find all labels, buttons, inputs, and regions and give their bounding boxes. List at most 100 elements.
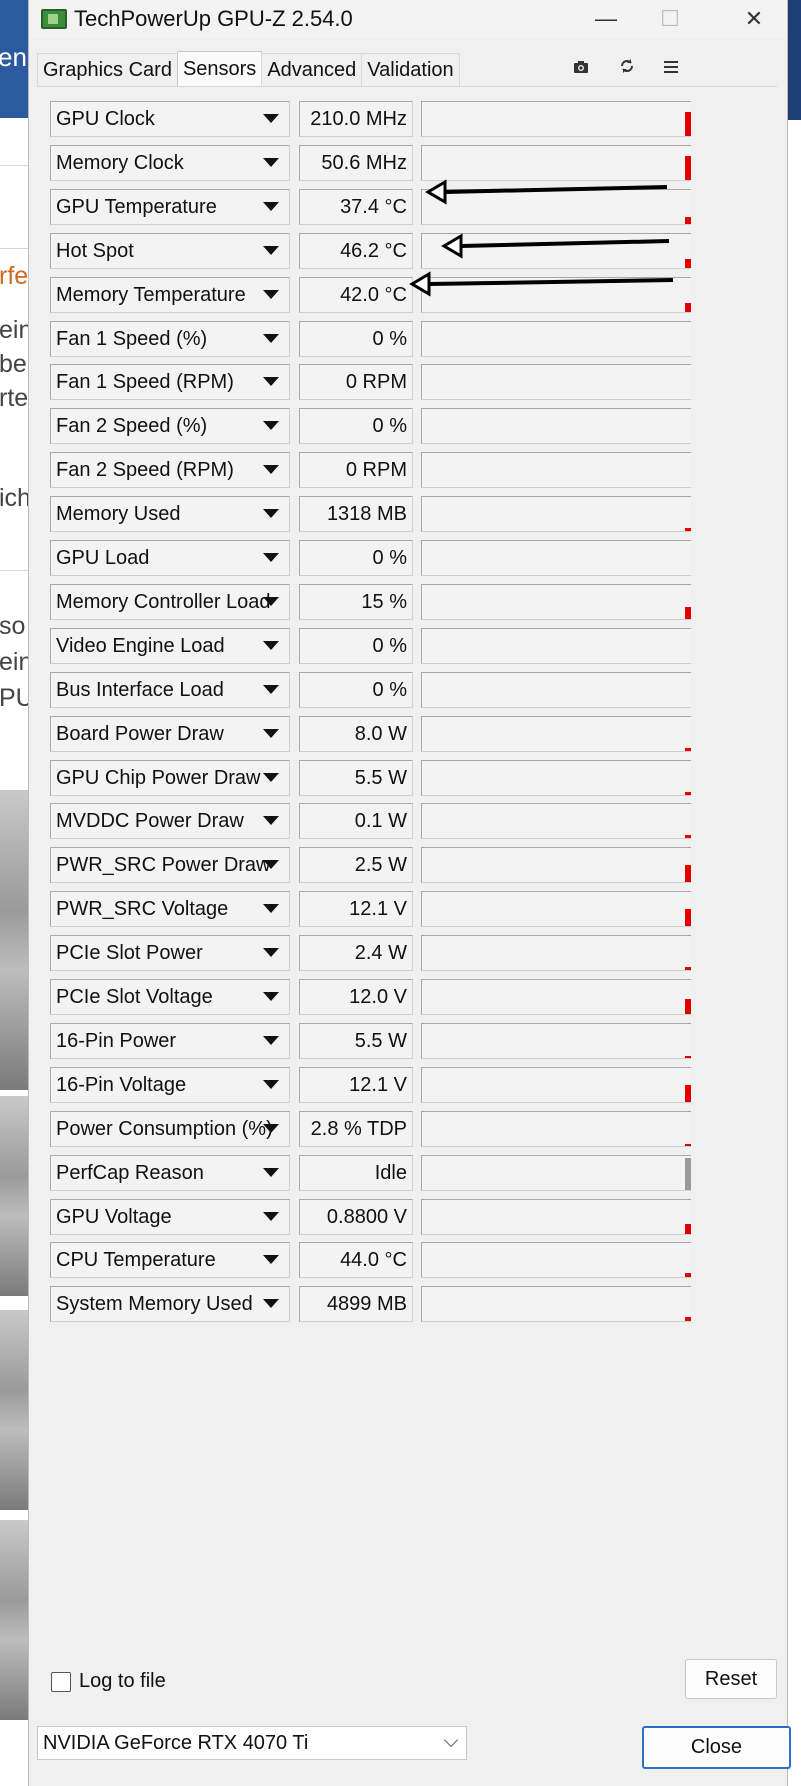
sensor-graph[interactable]	[421, 101, 691, 137]
sensor-graph[interactable]	[421, 847, 691, 883]
sensor-graph[interactable]	[421, 628, 691, 664]
close-button[interactable]: Close	[642, 1726, 791, 1769]
sensor-name-dropdown[interactable]: GPU Voltage	[50, 1199, 290, 1235]
sensor-name-dropdown[interactable]: 16-Pin Voltage	[50, 1067, 290, 1103]
dropdown-arrow-icon	[263, 948, 279, 957]
sensor-name-dropdown[interactable]: Power Consumption (%)	[50, 1111, 290, 1147]
sensor-graph[interactable]	[421, 672, 691, 708]
sensor-row: PWR_SRC Power Draw 2.5 W	[50, 847, 750, 883]
maximize-button[interactable]: ☐	[641, 0, 699, 38]
sensor-graph[interactable]	[421, 496, 691, 532]
sensor-value: 37.4 °C	[299, 189, 413, 225]
sensor-name-dropdown[interactable]: Memory Temperature	[50, 277, 290, 313]
dropdown-arrow-icon	[263, 465, 279, 474]
sensor-name-dropdown[interactable]: PCIe Slot Power	[50, 935, 290, 971]
sensor-name-dropdown[interactable]: GPU Clock	[50, 101, 290, 137]
sensor-graph[interactable]	[421, 452, 691, 488]
sensor-row: CPU Temperature 44.0 °C	[50, 1242, 750, 1278]
dropdown-arrow-icon	[263, 1036, 279, 1045]
window-close-button[interactable]: ✕	[725, 0, 783, 38]
minimize-button[interactable]: —	[577, 0, 635, 38]
tab-advanced[interactable]: Advanced	[261, 53, 363, 86]
camera-icon[interactable]	[567, 54, 595, 82]
sensor-graph[interactable]	[421, 979, 691, 1015]
sensor-graph-bar	[685, 303, 691, 312]
sensor-graph[interactable]	[421, 321, 691, 357]
sensor-name-dropdown[interactable]: MVDDC Power Draw	[50, 803, 290, 839]
sensor-name-dropdown[interactable]: Video Engine Load	[50, 628, 290, 664]
sensor-graph[interactable]	[421, 1155, 691, 1191]
sensor-name-dropdown[interactable]: CPU Temperature	[50, 1242, 290, 1278]
sensor-name-dropdown[interactable]: GPU Temperature	[50, 189, 290, 225]
sensor-name: Bus Interface Load	[56, 679, 224, 701]
gpu-select-dropdown[interactable]: NVIDIA GeForce RTX 4070 Ti	[37, 1726, 467, 1760]
log-to-file-checkbox[interactable]	[51, 1671, 71, 1692]
sensor-graph[interactable]	[421, 1067, 691, 1103]
sensor-name: Memory Controller Load	[56, 591, 271, 613]
dropdown-arrow-icon	[263, 202, 279, 211]
sensor-value: Idle	[299, 1155, 413, 1191]
dropdown-arrow-icon	[263, 1299, 279, 1308]
sensor-name-dropdown[interactable]: Board Power Draw	[50, 716, 290, 752]
sensor-graph[interactable]	[421, 1023, 691, 1059]
sensor-value: 2.4 W	[299, 935, 413, 971]
sensor-name-dropdown[interactable]: Hot Spot	[50, 233, 290, 269]
sensor-name-dropdown[interactable]: Memory Clock	[50, 145, 290, 181]
title-bar[interactable]: TechPowerUp GPU-Z 2.54.0 — ☐ ✕	[29, 0, 787, 38]
tab-sensors[interactable]: Sensors	[176, 51, 263, 86]
sensor-name: Fan 2 Speed (RPM)	[56, 459, 234, 481]
sensor-row: Board Power Draw 8.0 W	[50, 716, 750, 752]
background-header	[788, 0, 801, 120]
sensor-graph[interactable]	[421, 408, 691, 444]
sensor-name-dropdown[interactable]: PerfCap Reason	[50, 1155, 290, 1191]
refresh-icon[interactable]	[613, 54, 641, 82]
sensor-graph[interactable]	[421, 1199, 691, 1235]
sensor-name-dropdown[interactable]: Fan 2 Speed (%)	[50, 408, 290, 444]
sensor-row: GPU Voltage 0.8800 V	[50, 1199, 750, 1235]
sensor-name-dropdown[interactable]: System Memory Used	[50, 1286, 290, 1322]
tab-graphics-card[interactable]: Graphics Card	[37, 53, 178, 86]
sensor-graph-bar	[685, 217, 691, 224]
sensor-graph[interactable]	[421, 803, 691, 839]
sensor-name-dropdown[interactable]: PCIe Slot Voltage	[50, 979, 290, 1015]
sensor-graph[interactable]	[421, 760, 691, 796]
sensor-name-dropdown[interactable]: GPU Load	[50, 540, 290, 576]
sensor-graph-bar	[685, 528, 691, 531]
sensor-name-dropdown[interactable]: Memory Used	[50, 496, 290, 532]
dropdown-arrow-icon	[263, 246, 279, 255]
sensor-graph[interactable]	[421, 1242, 691, 1278]
sensor-name-dropdown[interactable]: Fan 1 Speed (RPM)	[50, 364, 290, 400]
sensor-name-dropdown[interactable]: PWR_SRC Power Draw	[50, 847, 290, 883]
sensor-graph[interactable]	[421, 1286, 691, 1322]
log-to-file-option[interactable]: Log to file	[51, 1670, 166, 1693]
sensor-name-dropdown[interactable]: Fan 2 Speed (RPM)	[50, 452, 290, 488]
sensor-name-dropdown[interactable]: GPU Chip Power Draw	[50, 760, 290, 796]
annotation-arrow-icon	[425, 179, 668, 205]
sensor-name-dropdown[interactable]: PWR_SRC Voltage	[50, 891, 290, 927]
sensor-name-dropdown[interactable]: 16-Pin Power	[50, 1023, 290, 1059]
sensor-name-dropdown[interactable]: Bus Interface Load	[50, 672, 290, 708]
sensor-value: 210.0 MHz	[299, 101, 413, 137]
sensor-graph[interactable]	[421, 584, 691, 620]
sensor-graph[interactable]	[421, 364, 691, 400]
reset-button[interactable]: Reset	[685, 1659, 777, 1699]
sensor-graph[interactable]	[421, 935, 691, 971]
dropdown-arrow-icon	[263, 114, 279, 123]
background-word: PU	[0, 684, 28, 712]
sensor-name-dropdown[interactable]: Fan 1 Speed (%)	[50, 321, 290, 357]
sensor-row: Memory Controller Load 15 %	[50, 584, 750, 620]
menu-icon[interactable]	[657, 54, 685, 82]
sensor-graph-bar	[685, 967, 691, 970]
sensor-name: PWR_SRC Power Draw	[56, 854, 271, 876]
sensor-graph-bar	[685, 259, 691, 268]
sensor-graph[interactable]	[421, 891, 691, 927]
sensor-value: 42.0 °C	[299, 277, 413, 313]
sensor-graph[interactable]	[421, 540, 691, 576]
sensor-graph[interactable]	[421, 1111, 691, 1147]
sensor-name-dropdown[interactable]: Memory Controller Load	[50, 584, 290, 620]
sensor-graph[interactable]	[421, 145, 691, 181]
sensor-name: CPU Temperature	[56, 1249, 216, 1271]
sensor-row: Video Engine Load 0 %	[50, 628, 750, 664]
sensor-graph[interactable]	[421, 716, 691, 752]
tab-validation[interactable]: Validation	[361, 53, 460, 86]
